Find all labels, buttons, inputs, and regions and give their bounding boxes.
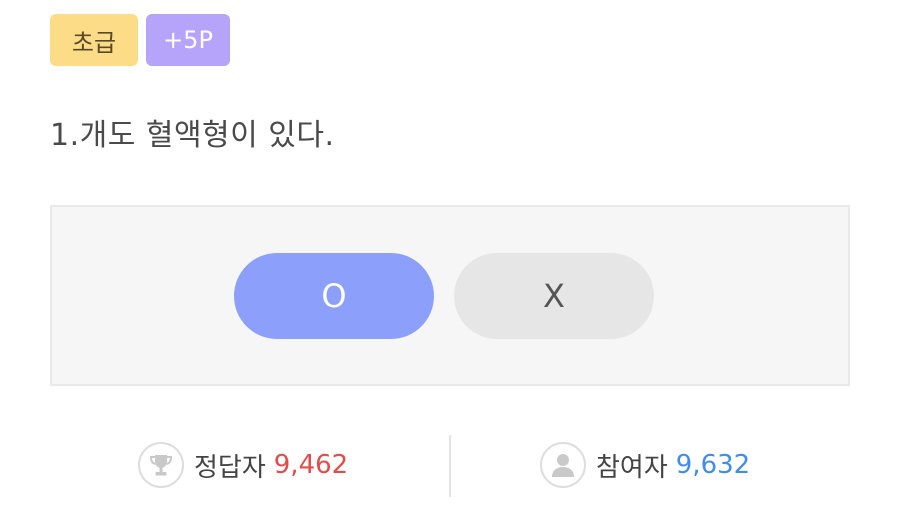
user-icon (540, 442, 586, 488)
level-badge: 초급 (50, 14, 138, 66)
participants-label: 참여자 (596, 452, 668, 483)
participants-stat: 참여자 9,632 (540, 435, 750, 495)
correct-answerers-label: 정답자 (194, 452, 266, 483)
correct-answerers-count: 9,462 (273, 450, 349, 480)
answer-panel: O X (50, 205, 850, 386)
participants-count: 9,632 (675, 450, 751, 480)
answer-o-button[interactable]: O (234, 253, 434, 339)
correct-answerers-stat: 정답자 9,462 (138, 435, 348, 495)
stats-divider (449, 435, 451, 497)
answer-x-button[interactable]: X (454, 253, 654, 339)
quiz-badges: 초급 +5P (50, 14, 230, 66)
quiz-stats: 정답자 9,462 참여자 9,632 (50, 435, 850, 497)
points-badge: +5P (146, 14, 230, 66)
question-text: 1.개도 혈액형이 있다. (50, 118, 335, 153)
trophy-icon (138, 442, 184, 488)
